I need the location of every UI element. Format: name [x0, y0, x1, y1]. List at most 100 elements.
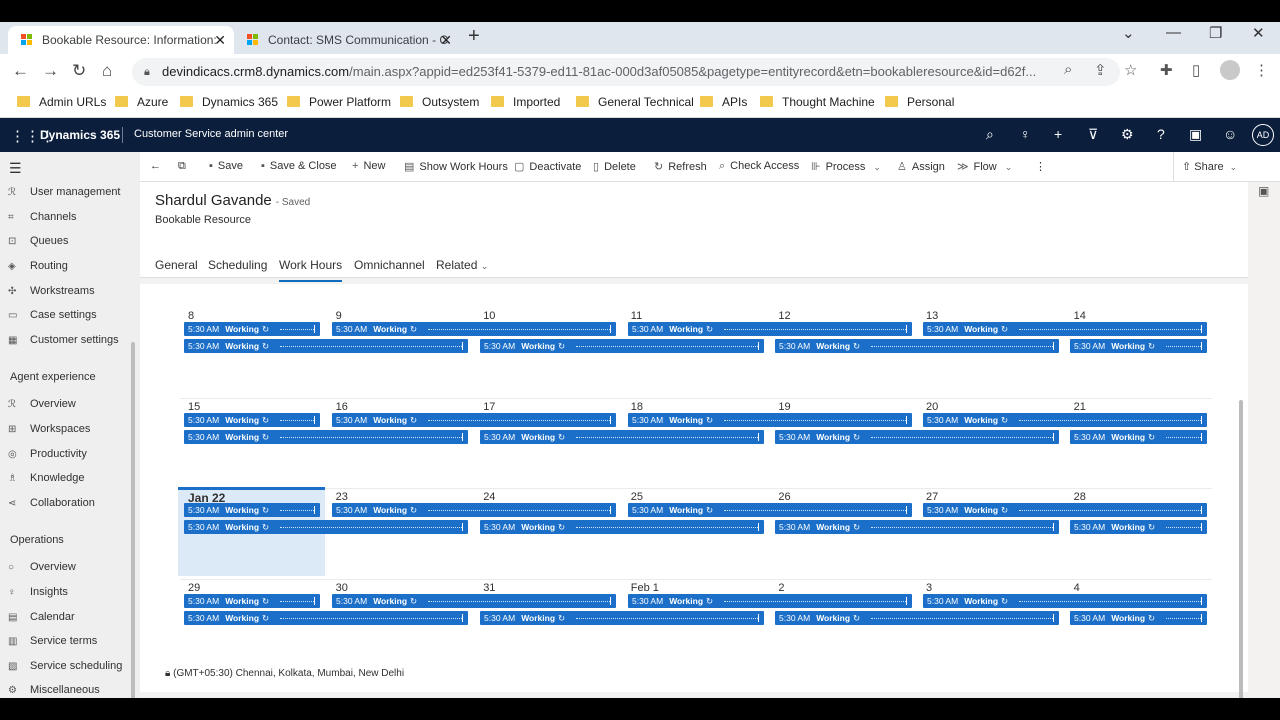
plus-icon[interactable]: + [1054, 126, 1062, 142]
app-name[interactable]: Customer Service admin center [134, 128, 288, 140]
work-hours-event[interactable]: 5:30 AM Working ↻ [923, 322, 1207, 336]
back-icon[interactable]: ← [12, 61, 29, 81]
process-button[interactable]: ⊪ Process ⌄ [811, 160, 881, 173]
day-number[interactable]: 24 [483, 491, 495, 503]
chat-panel-icon[interactable]: ▣ [1258, 184, 1269, 198]
profile-avatar[interactable] [1220, 60, 1240, 80]
sidepanel-icon[interactable]: ▯ [1192, 61, 1200, 79]
work-hours-event[interactable]: 5:30 AM Working ↻ [184, 503, 320, 517]
show-work-hours-button[interactable]: ▤ Show Work Hours [404, 160, 508, 173]
day-number[interactable]: 4 [1074, 582, 1080, 594]
tab-general[interactable]: General [155, 258, 198, 272]
close-window-icon[interactable]: ✕ [1252, 24, 1265, 42]
bookmark-folder[interactable]: Dynamics 365 [180, 95, 278, 109]
user-avatar[interactable]: AD [1252, 124, 1274, 146]
sidebar-item-calendar[interactable]: ▤ Calendar [8, 611, 75, 623]
save-button[interactable]: ▪ Save [209, 160, 243, 172]
more-commands-icon[interactable]: ⋮ [1035, 160, 1046, 173]
work-hours-event[interactable]: 5:30 AM Working ↻ [923, 503, 1207, 517]
day-number[interactable]: 19 [778, 401, 790, 413]
refresh-button[interactable]: ↻ Refresh [654, 160, 707, 173]
content-scrollbar[interactable] [1239, 400, 1243, 698]
day-number[interactable]: 28 [1074, 491, 1086, 503]
sidebar-item-service-scheduling[interactable]: ▧ Service scheduling [8, 660, 122, 672]
work-hours-event[interactable]: 5:30 AM Working ↻ [1070, 520, 1207, 534]
reload-icon[interactable]: ↻ [72, 61, 86, 81]
bookmark-folder[interactable]: APIs [700, 95, 747, 109]
sidebar-item-queues[interactable]: ⊡ Queues [8, 235, 69, 247]
work-hours-event[interactable]: 5:30 AM Working ↻ [480, 339, 764, 353]
day-number[interactable]: 10 [483, 310, 495, 322]
sidebar-item-ops-overview[interactable]: ○ Overview [8, 561, 76, 573]
bookmark-folder[interactable]: Personal [885, 95, 954, 109]
day-number[interactable]: 29 [188, 582, 200, 594]
work-hours-event[interactable]: 5:30 AM Working ↻ [775, 339, 1059, 353]
search-icon[interactable]: ⌕ [986, 126, 994, 143]
day-number[interactable]: 21 [1074, 401, 1086, 413]
address-bar[interactable]: 🔒︎ devindicacs.crm8.dynamics.com/main.as… [132, 58, 1120, 86]
work-hours-event[interactable]: 5:30 AM Working ↻ [480, 611, 764, 625]
sidebar-item-insights[interactable]: ♀ Insights [8, 586, 68, 598]
day-number[interactable]: 14 [1074, 310, 1086, 322]
save-close-button[interactable]: ▪ Save & Close [261, 160, 337, 172]
day-number[interactable]: 16 [336, 401, 348, 413]
zoom-icon[interactable]: ⌕ [1064, 61, 1072, 78]
close-tab-icon[interactable]: ✕ [214, 26, 226, 54]
work-hours-event[interactable]: 5:30 AM Working ↻ [184, 430, 468, 444]
popout-icon[interactable]: ⧉ [178, 160, 186, 173]
work-hours-event[interactable]: 5:30 AM Working ↻ [332, 594, 616, 608]
day-number[interactable]: 3 [926, 582, 932, 594]
day-number[interactable]: 8 [188, 310, 194, 322]
bookmark-folder[interactable]: Azure [115, 95, 168, 109]
chat-icon[interactable]: ▣ [1189, 126, 1202, 143]
close-tab-icon[interactable]: ✕ [440, 26, 452, 54]
day-number[interactable]: 9 [336, 310, 342, 322]
work-hours-event[interactable]: 5:30 AM Working ↻ [332, 503, 616, 517]
day-number[interactable]: 23 [336, 491, 348, 503]
day-number[interactable]: 25 [631, 491, 643, 503]
work-hours-event[interactable]: 5:30 AM Working ↻ [628, 413, 912, 427]
sidebar-item-channels[interactable]: ⌗ Channels [8, 211, 76, 223]
day-number[interactable]: 31 [483, 582, 495, 594]
work-hours-event[interactable]: 5:30 AM Working ↻ [480, 520, 764, 534]
deactivate-button[interactable]: ▢ Deactivate [514, 160, 581, 173]
sidebar-item-overview[interactable]: ℛ Overview [8, 398, 76, 410]
day-number[interactable]: 2 [778, 582, 784, 594]
work-hours-event[interactable]: 5:30 AM Working ↻ [332, 322, 616, 336]
bookmark-star-icon[interactable]: ☆ [1124, 61, 1137, 79]
work-hours-event[interactable]: 5:30 AM Working ↻ [184, 594, 320, 608]
hamburger-menu-icon[interactable]: ☰ [9, 160, 22, 177]
tab-work-hours[interactable]: Work Hours [279, 258, 343, 282]
sidebar-item-workstreams[interactable]: ✣ Workstreams [8, 285, 95, 297]
work-hours-event[interactable]: 5:30 AM Working ↻ [775, 611, 1059, 625]
work-hours-event[interactable]: 5:30 AM Working ↻ [184, 322, 320, 336]
sidebar-item-knowledge[interactable]: ♗ Knowledge [8, 472, 84, 484]
work-hours-event[interactable]: 5:30 AM Working ↻ [184, 339, 468, 353]
work-hours-event[interactable]: 5:30 AM Working ↻ [923, 594, 1207, 608]
work-hours-event[interactable]: 5:30 AM Working ↻ [628, 503, 912, 517]
bookmark-folder[interactable]: Imported [491, 95, 560, 109]
work-hours-event[interactable]: 5:30 AM Working ↻ [332, 413, 616, 427]
day-number[interactable]: 13 [926, 310, 938, 322]
tab-scheduling[interactable]: Scheduling [208, 258, 267, 272]
work-hours-event[interactable]: 5:30 AM Working ↻ [1070, 430, 1207, 444]
work-hours-event[interactable]: 5:30 AM Working ↻ [1070, 611, 1207, 625]
assign-button[interactable]: ♙ Assign [897, 160, 945, 173]
work-hours-event[interactable]: 5:30 AM Working ↻ [775, 430, 1059, 444]
brand-label[interactable]: Dynamics 365 [40, 128, 120, 142]
browser-tab-bookable-resource[interactable]: Bookable Resource: Information: ✕ [8, 26, 234, 54]
lightbulb-icon[interactable]: ♀ [1020, 126, 1031, 142]
extensions-icon[interactable]: ✚ [1160, 61, 1173, 79]
tab-related[interactable]: Related ⌄ [436, 258, 488, 272]
settings-gear-icon[interactable]: ⚙ [1121, 126, 1134, 143]
sidebar-item-customer-settings[interactable]: ▦ Customer settings [8, 334, 119, 346]
work-hours-event[interactable]: 5:30 AM Working ↻ [628, 322, 912, 336]
browser-tab-contact[interactable]: Contact: SMS Communication - C ✕ [234, 26, 460, 54]
day-number[interactable]: Feb 1 [631, 582, 659, 594]
share-page-icon[interactable]: ⇪ [1094, 61, 1107, 79]
filter-icon[interactable]: ⊽ [1088, 126, 1098, 143]
sidebar-item-collaboration[interactable]: ⋖ Collaboration [8, 497, 95, 509]
work-hours-event[interactable]: 5:30 AM Working ↻ [628, 594, 912, 608]
forward-icon[interactable]: → [42, 61, 59, 81]
sidebar-item-user-management[interactable]: ℛ User management [8, 186, 121, 198]
